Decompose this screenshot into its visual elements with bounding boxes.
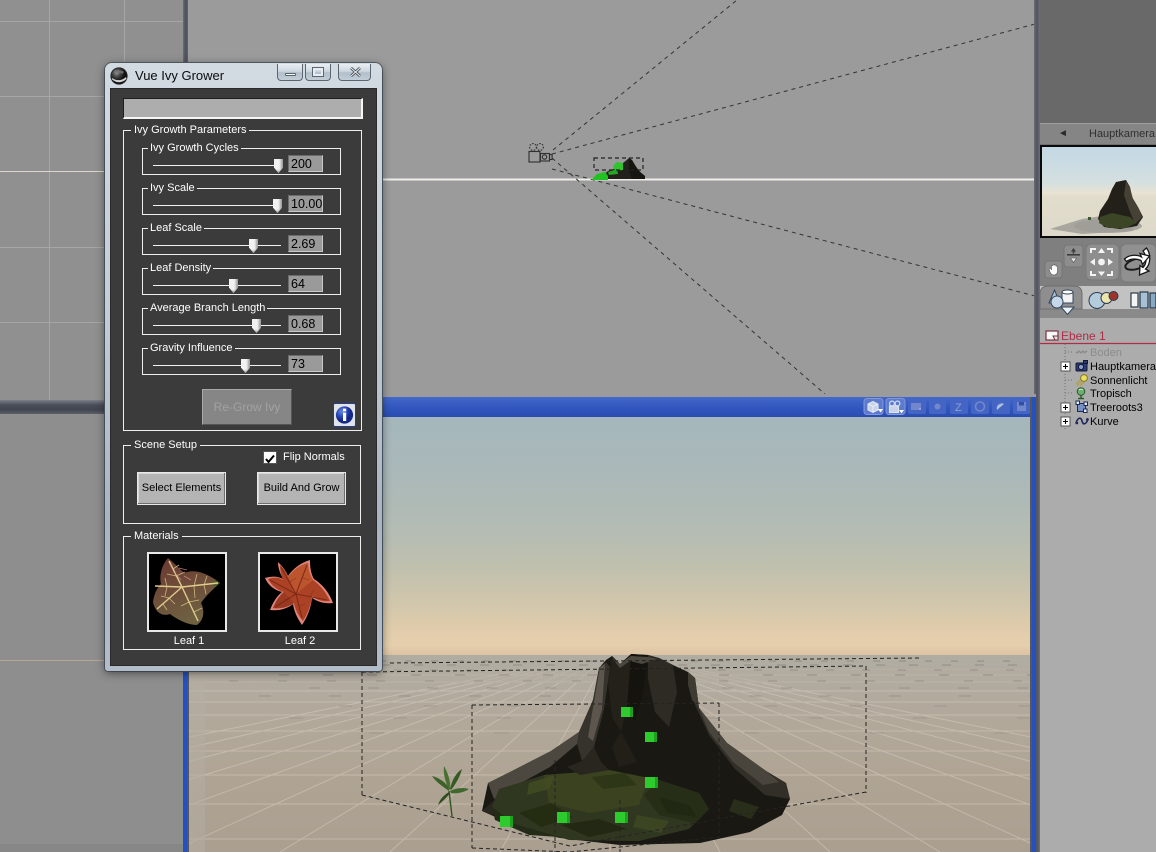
svg-text:Sonnenlicht: Sonnenlicht: [1090, 375, 1148, 387]
svg-text:Tropisch: Tropisch: [1090, 388, 1132, 400]
svg-text:Treeroots3: Treeroots3: [1090, 402, 1143, 414]
svg-text:Boden: Boden: [1090, 347, 1122, 359]
svg-text:Z: Z: [955, 402, 962, 414]
svg-text:Hauptkamera: Hauptkamera: [1090, 361, 1156, 373]
svg-text:Ebene 1: Ebene 1: [1061, 329, 1106, 343]
svg-text:Kurve: Kurve: [1090, 416, 1119, 428]
